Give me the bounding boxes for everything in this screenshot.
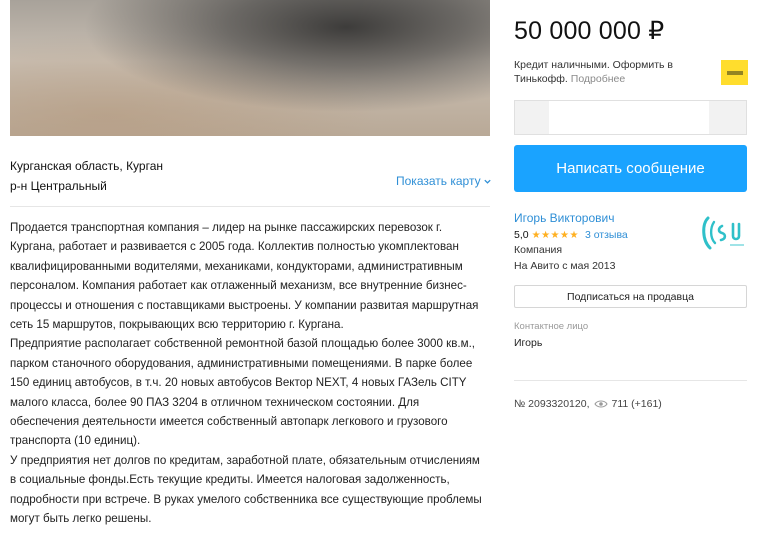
seller-since: На Авито с мая 2013 [514, 260, 616, 272]
eye-icon [593, 400, 608, 408]
show-map-link[interactable]: Показать карту [396, 174, 492, 188]
description-paragraph: У предприятия нет долгов по кредитам, за… [10, 453, 482, 526]
listing-number: № 2093320120, [514, 398, 590, 410]
rating-stars-icon: ★★★★★ [531, 229, 579, 241]
divider [514, 380, 747, 381]
description-paragraph: Предприятие располагает собственной ремо… [10, 337, 476, 448]
seller-name-link[interactable]: Игорь Викторович [514, 211, 614, 225]
seller-type: Компания [514, 244, 563, 256]
location-region: Курганская область, Курган [10, 159, 164, 173]
contact-name: Игорь [514, 337, 543, 349]
divider [10, 206, 490, 207]
contact-label: Контактное лицо [514, 321, 589, 332]
credit-offer: Кредит наличными. Оформить в Тинькофф. П… [514, 58, 714, 86]
reviews-link[interactable]: 3 отзыва [585, 229, 628, 241]
price: 50 000 000 ₽ [514, 17, 665, 45]
write-message-button[interactable]: Написать сообщение [514, 145, 747, 192]
location-district: р-н Центральный [10, 179, 107, 193]
listing-description: Продается транспортная компания – лидер … [10, 218, 488, 529]
rating-value: 5,0 [514, 229, 529, 241]
phone-blur [549, 101, 709, 134]
tinkoff-logo[interactable] [721, 60, 748, 85]
description-paragraph: Продается транспортная компания – лидер … [10, 221, 479, 332]
listing-photo[interactable] [10, 0, 490, 136]
credit-more-link[interactable]: Подробнее [571, 73, 625, 85]
views-count: 711 (+161) [611, 398, 662, 410]
seller-rating: 5,0 ★★★★★ 3 отзыва [514, 229, 628, 241]
chevron-down-icon [483, 179, 491, 184]
subscribe-seller-button[interactable]: Подписаться на продавца [514, 285, 747, 308]
listing-meta: № 2093320120, 711 (+161) [514, 398, 662, 410]
show-map-label: Показать карту [396, 174, 481, 188]
seller-logo[interactable] [700, 212, 750, 254]
phone-reveal-box[interactable] [514, 100, 747, 135]
listing-location: Курганская область, Курган р-н Центральн… [10, 156, 163, 196]
